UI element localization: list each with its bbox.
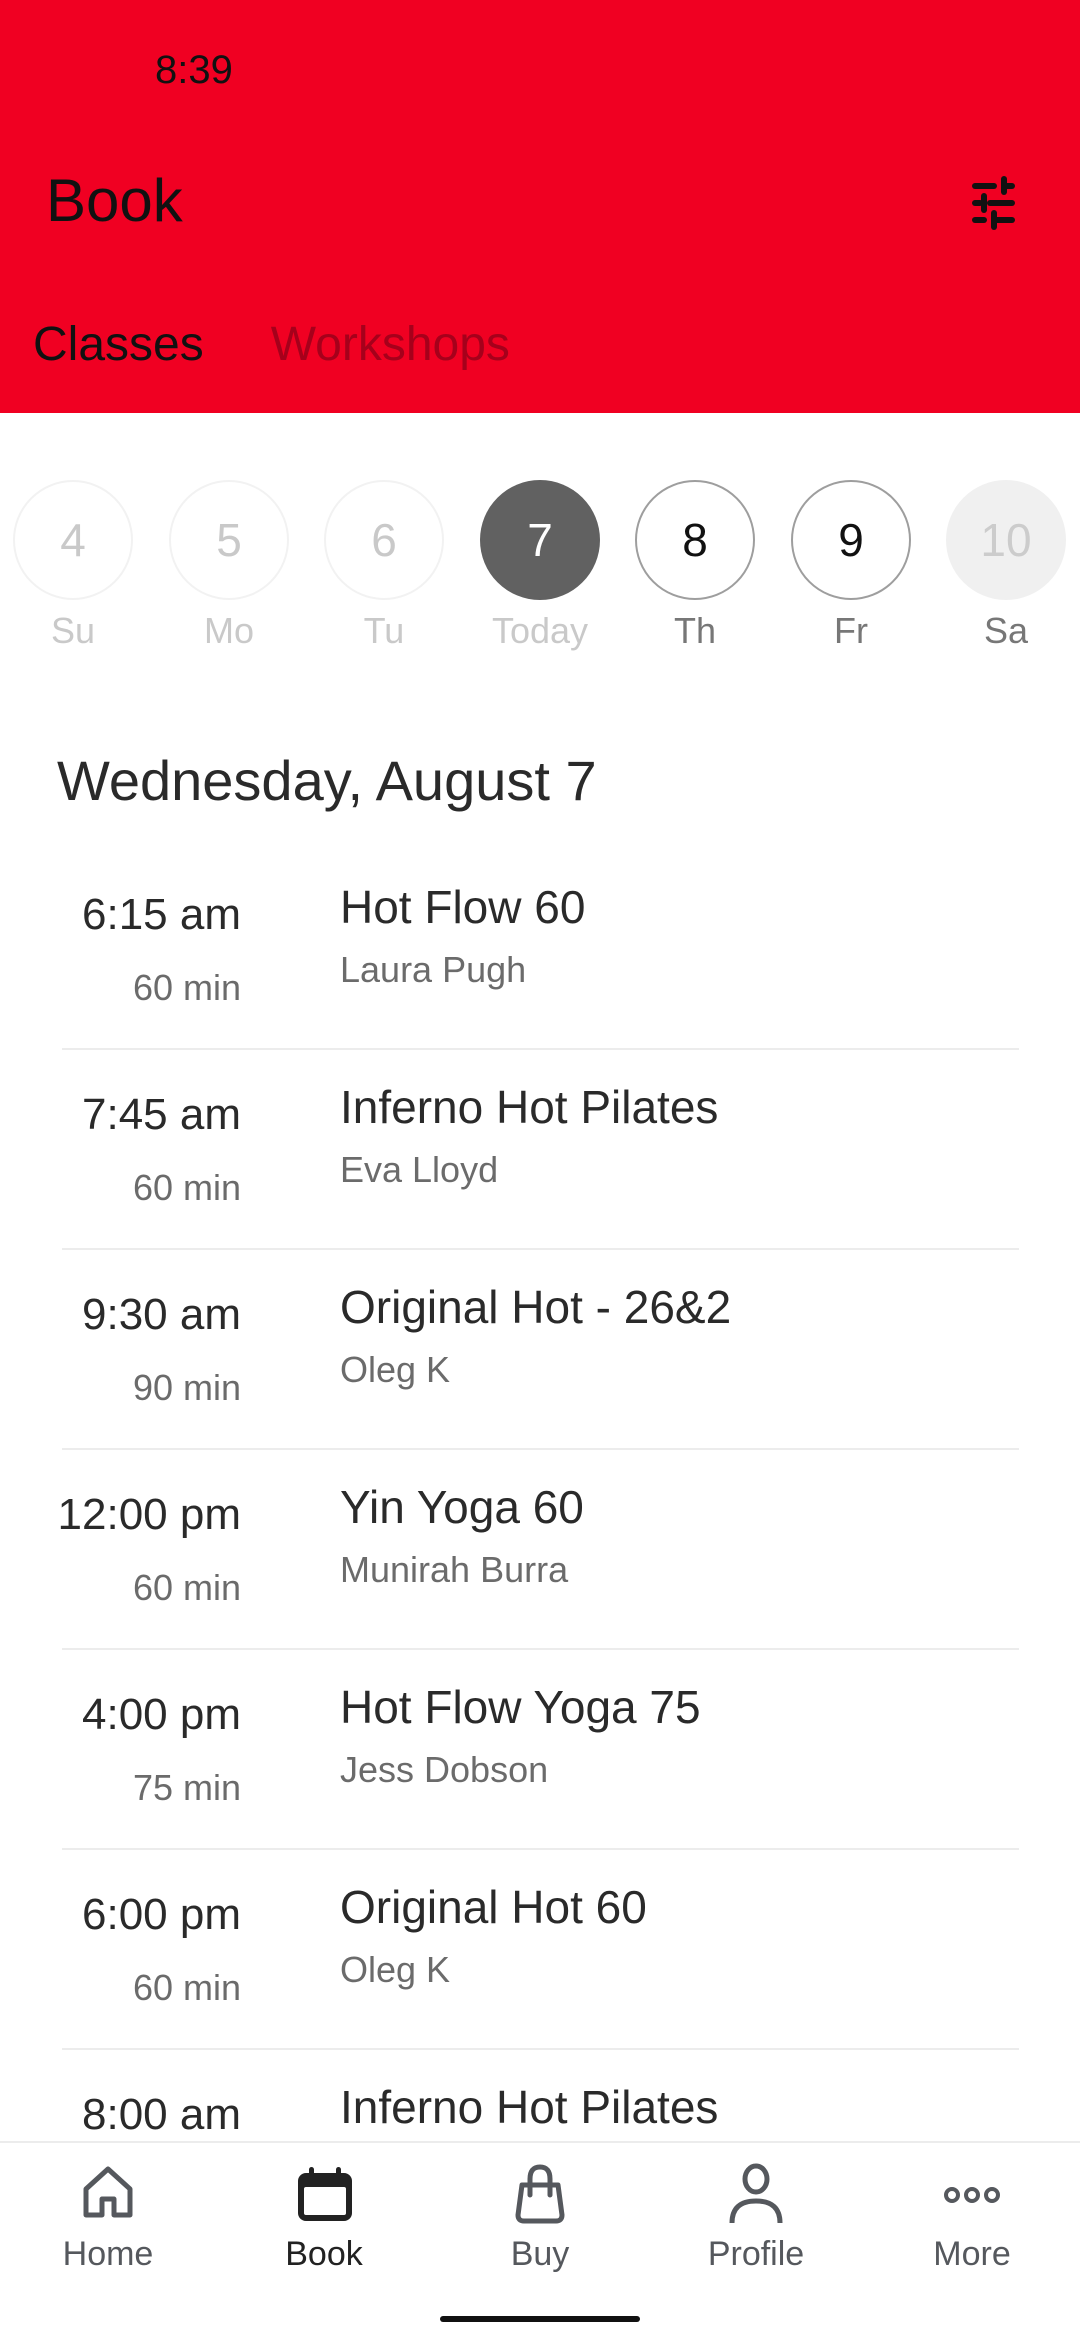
app-header: 8:39 Book Classes Workshops	[0, 0, 1080, 413]
nav-more[interactable]: More	[864, 2163, 1080, 2274]
tab-bar: Classes Workshops	[0, 310, 544, 390]
nav-home[interactable]: Home	[0, 2163, 216, 2274]
day-item-mo[interactable]: 5 Mo	[167, 480, 291, 652]
day-item-tu[interactable]: 6 Tu	[322, 480, 446, 652]
day-number: 4	[13, 480, 133, 600]
day-label: Fr	[834, 610, 868, 651]
class-time: 6:00 pm	[82, 1890, 241, 1939]
nav-label: Profile	[707, 2235, 805, 2273]
class-name: Inferno Hot Pilates	[340, 1081, 719, 1133]
class-instructor: Eva Lloyd	[340, 1149, 499, 1190]
day-number: 9	[791, 480, 911, 600]
day-label: Today	[491, 610, 589, 651]
class-time: 7:45 am	[82, 1090, 241, 1139]
day-label: Sa	[983, 610, 1029, 651]
day-number: 7	[480, 480, 600, 600]
class-name: Yin Yoga 60	[340, 1481, 584, 1533]
nav-profile[interactable]: Profile	[648, 2163, 864, 2274]
home-icon	[83, 2166, 133, 2218]
day-number: 10	[946, 480, 1066, 600]
day-item-su[interactable]: 4 Su	[11, 480, 135, 652]
class-instructor: Oleg K	[340, 1349, 451, 1390]
class-time: 6:15 am	[82, 890, 241, 939]
date-heading: Wednesday, August 7	[57, 749, 597, 812]
page-title: Book	[46, 167, 183, 234]
home-indicator[interactable]	[440, 2316, 640, 2322]
nav-label: Buy	[510, 2235, 570, 2273]
class-instructor: Oleg K	[340, 1949, 451, 1990]
class-duration: 75 min	[132, 1767, 241, 1808]
class-instructor: Jess Dobson	[340, 1749, 549, 1790]
class-row[interactable]: 12:00 pm 60 min Yin Yoga 60 Munirah Burr…	[0, 1450, 1080, 1650]
class-time: 12:00 pm	[57, 1490, 241, 1539]
tab-classes[interactable]: Classes	[0, 310, 238, 390]
day-picker: 4 Su 5 Mo 6 Tu 7 Today 8 Th 9 Fr 10 Sa	[0, 480, 1080, 660]
class-row[interactable]: 6:00 pm 60 min Original Hot 60 Oleg K	[0, 1850, 1080, 2050]
class-instructor: Munirah Burra	[340, 1549, 569, 1590]
nav-label: Home	[62, 2235, 154, 2273]
class-list: 6:15 am 60 min Hot Flow 60 Laura Pugh 7:…	[0, 850, 1080, 2250]
class-row[interactable]: 4:00 pm 75 min Hot Flow Yoga 75 Jess Dob…	[0, 1650, 1080, 1850]
day-item-fr[interactable]: 9 Fr	[789, 480, 913, 652]
day-item-th[interactable]: 8 Th	[633, 480, 757, 652]
nav-label: More	[933, 2235, 1011, 2273]
nav-buy[interactable]: Buy	[432, 2163, 648, 2274]
bottom-navigation: Home Book Buy Profile More	[0, 2141, 1080, 2340]
class-time: 8:00 am	[82, 2090, 241, 2139]
class-instructor: Laura Pugh	[340, 949, 527, 990]
day-number: 8	[635, 480, 755, 600]
class-name: Inferno Hot Pilates	[340, 2081, 719, 2133]
class-duration: 60 min	[132, 967, 241, 1008]
class-row[interactable]: 7:45 am 60 min Inferno Hot Pilates Eva L…	[0, 1050, 1080, 1250]
class-duration: 60 min	[132, 1967, 241, 2008]
nav-book[interactable]: Book	[216, 2163, 432, 2274]
day-label: Tu	[363, 610, 405, 651]
day-number: 6	[324, 480, 444, 600]
status-bar-time: 8:39	[155, 48, 233, 92]
class-time: 4:00 pm	[82, 1690, 241, 1739]
day-item-today[interactable]: 7 Today	[478, 480, 602, 652]
day-item-sa[interactable]: 10 Sa	[944, 480, 1068, 652]
class-name: Hot Flow Yoga 75	[340, 1681, 701, 1733]
class-row[interactable]: 9:30 am 90 min Original Hot - 26&2 Oleg …	[0, 1250, 1080, 1450]
class-name: Hot Flow 60	[340, 881, 586, 933]
sliders-icon	[972, 176, 1015, 230]
person-icon	[729, 2163, 783, 2224]
day-label: Su	[50, 610, 96, 651]
calendar-icon	[298, 2167, 352, 2221]
class-time: 9:30 am	[82, 1290, 241, 1339]
more-dots-icon	[944, 2187, 1000, 2203]
class-duration: 60 min	[132, 1167, 241, 1208]
class-name: Original Hot 60	[340, 1881, 647, 1933]
nav-label: Book	[285, 2235, 363, 2273]
class-row[interactable]: 6:15 am 60 min Hot Flow 60 Laura Pugh	[0, 850, 1080, 1050]
shopping-bag-icon	[515, 2164, 565, 2224]
class-duration: 90 min	[132, 1367, 241, 1408]
class-duration: 60 min	[132, 1567, 241, 1608]
filter-button[interactable]	[962, 172, 1024, 234]
day-label: Th	[673, 610, 716, 651]
tab-workshops[interactable]: Workshops	[238, 310, 544, 390]
day-label: Mo	[203, 610, 254, 651]
day-number: 5	[169, 480, 289, 600]
class-name: Original Hot - 26&2	[340, 1281, 732, 1333]
